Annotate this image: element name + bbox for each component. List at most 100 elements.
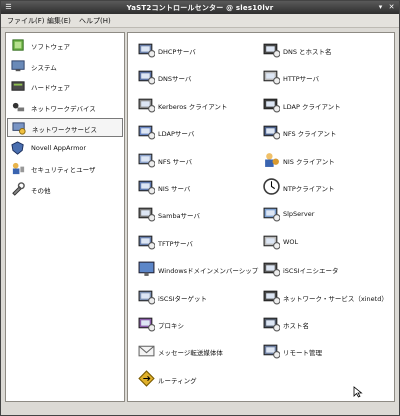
sidebar-category[interactable]: システム	[7, 57, 123, 76]
module-label: iSCSIイニシエータ	[283, 267, 339, 276]
module-item[interactable]: DNSサーバ	[138, 67, 262, 87]
nfs-client-icon	[263, 123, 281, 140]
hardware-icon	[11, 79, 26, 94]
yast-window: ☰ YaST2コントロールセンター @ sles10lvr ▾ ✕ ファイル(F…	[0, 0, 400, 416]
samba-icon	[138, 205, 156, 222]
module-label: iSCSIターゲット	[158, 294, 208, 303]
http-icon	[263, 68, 281, 85]
module-item[interactable]: Sambaサーバ	[138, 204, 262, 224]
sidebar-category[interactable]: ソフトウェア	[7, 36, 123, 55]
slp-icon	[263, 205, 281, 222]
module-label: LDAP クライアント	[283, 102, 341, 111]
network-device-icon	[11, 100, 26, 115]
module-label: NIS クライアント	[283, 157, 335, 166]
module-item[interactable]: Kerberos クライアント	[138, 95, 262, 115]
title-bar[interactable]: ☰ YaST2コントロールセンター @ sles10lvr ▾ ✕	[1, 1, 399, 14]
module-label: DNS とホスト名	[283, 48, 332, 56]
menu-help[interactable]: ヘルプ(H)	[79, 16, 111, 26]
ntp-icon	[263, 178, 280, 195]
system-icon	[11, 59, 26, 74]
module-label: NFS サーバ	[158, 157, 193, 166]
software-icon	[11, 38, 26, 53]
sidebar-category-label: ネットワークサービス	[32, 126, 97, 134]
module-label: NFS クライアント	[283, 130, 337, 139]
sidebar-category-label: ハードウェア	[31, 84, 70, 92]
module-item[interactable]: HTTPサーバ	[263, 67, 387, 87]
menu-bar: ファイル(F) 編集(E) ヘルプ(H)	[1, 14, 399, 28]
module-item[interactable]: メッセージ転送媒体体	[138, 341, 262, 361]
module-label: NIS サーバ	[158, 185, 191, 193]
menu-file[interactable]: ファイル(F)	[7, 16, 45, 26]
iscsi-initiator-icon	[263, 260, 281, 277]
module-label: TFTPサーバ	[158, 239, 193, 248]
sidebar-category[interactable]: ネットワークサービス	[7, 118, 123, 137]
module-label: DNSサーバ	[158, 75, 192, 84]
module-item[interactable]: ルーティング	[138, 369, 262, 389]
module-item[interactable]: NIS サーバ	[138, 177, 262, 197]
module-panel: DHCPサーバ DNSサーバ Kerberos クライアント LDAPサーバ NFS サ…	[127, 32, 395, 402]
module-label: NTPクライアント	[283, 185, 335, 193]
nfs-server-icon	[138, 151, 156, 168]
wol-icon	[263, 233, 281, 250]
module-label: SlpServer	[283, 210, 315, 219]
module-item[interactable]: NFS クライアント	[263, 122, 387, 142]
module-label: Windowsドメインメンバーシップ	[158, 267, 259, 276]
remote-admin-icon	[263, 342, 281, 359]
module-item[interactable]: NTPクライアント	[263, 177, 387, 197]
sidebar-category-label: Novell AppArmor	[31, 143, 87, 152]
sidebar-category[interactable]: ハードウェア	[7, 77, 123, 96]
module-item[interactable]: WOL	[263, 232, 387, 252]
module-label: ネットワーク・サービス（xinetd）	[283, 294, 388, 303]
sidebar-category[interactable]: セキュリティとユーザ	[7, 159, 123, 178]
module-label: ホスト名	[283, 322, 309, 330]
module-item[interactable]: ネットワーク・サービス（xinetd）	[263, 287, 388, 307]
sidebar-category-label: セキュリティとユーザ	[31, 166, 96, 174]
module-label: リモート管理	[283, 349, 322, 358]
mail-icon	[138, 342, 155, 359]
sidebar-category[interactable]: その他	[7, 180, 123, 199]
menu-edit[interactable]: 編集(E)	[47, 16, 71, 26]
hostname-icon	[263, 315, 281, 332]
module-item[interactable]: DNS とホスト名	[263, 40, 387, 60]
sidebar-category[interactable]: Novell AppArmor	[7, 139, 123, 158]
minimize-icon[interactable]: ▾	[376, 3, 385, 12]
ldap-client-icon	[263, 96, 281, 113]
windows-domain-icon	[138, 260, 155, 277]
apparmor-icon	[11, 140, 26, 156]
module-item[interactable]: iSCSIイニシエータ	[263, 259, 387, 279]
nis-client-icon	[263, 151, 280, 168]
mouse-cursor-icon	[353, 386, 363, 398]
module-item[interactable]: リモート管理	[263, 341, 387, 361]
module-item[interactable]: DHCPサーバ	[138, 40, 262, 60]
module-item[interactable]: iSCSIターゲット	[138, 287, 262, 307]
module-label: LDAPサーバ	[158, 130, 195, 139]
misc-icon	[11, 181, 26, 197]
module-label: HTTPサーバ	[283, 75, 320, 84]
module-item[interactable]: TFTPサーバ	[138, 232, 262, 252]
tftp-icon	[138, 233, 156, 250]
dns-icon	[138, 68, 156, 85]
module-label: プロキシ	[158, 322, 184, 330]
module-item[interactable]: ホスト名	[263, 314, 387, 334]
module-item[interactable]: Windowsドメインメンバーシップ	[138, 259, 262, 279]
module-label: Kerberos クライアント	[158, 102, 228, 111]
routing-icon	[138, 370, 155, 387]
sidebar-category[interactable]: ネットワークデバイス	[7, 98, 123, 117]
module-item[interactable]: LDAP クライアント	[263, 95, 387, 115]
module-item[interactable]: プロキシ	[138, 314, 262, 334]
category-sidebar: ソフトウェアシステムハードウェアネットワークデバイスネットワークサービス Nove…	[5, 32, 125, 402]
module-item[interactable]: SlpServer	[263, 204, 387, 224]
network-service-icon	[12, 121, 27, 136]
module-label: メッセージ転送媒体体	[158, 349, 223, 358]
close-icon[interactable]: ✕	[387, 3, 396, 12]
nis-server-icon	[138, 178, 156, 195]
window-title: YaST2コントロールセンター @ sles10lvr	[126, 4, 274, 12]
dns-hostname-icon	[263, 41, 281, 58]
ldap-server-icon	[138, 123, 156, 140]
sidebar-category-label: ソフトウェア	[31, 43, 70, 51]
xinetd-icon	[263, 288, 281, 305]
module-item[interactable]: NFS サーバ	[138, 150, 262, 170]
module-item[interactable]: NIS クライアント	[263, 150, 387, 170]
module-item[interactable]: LDAPサーバ	[138, 122, 262, 142]
module-label: ルーティング	[158, 376, 197, 385]
